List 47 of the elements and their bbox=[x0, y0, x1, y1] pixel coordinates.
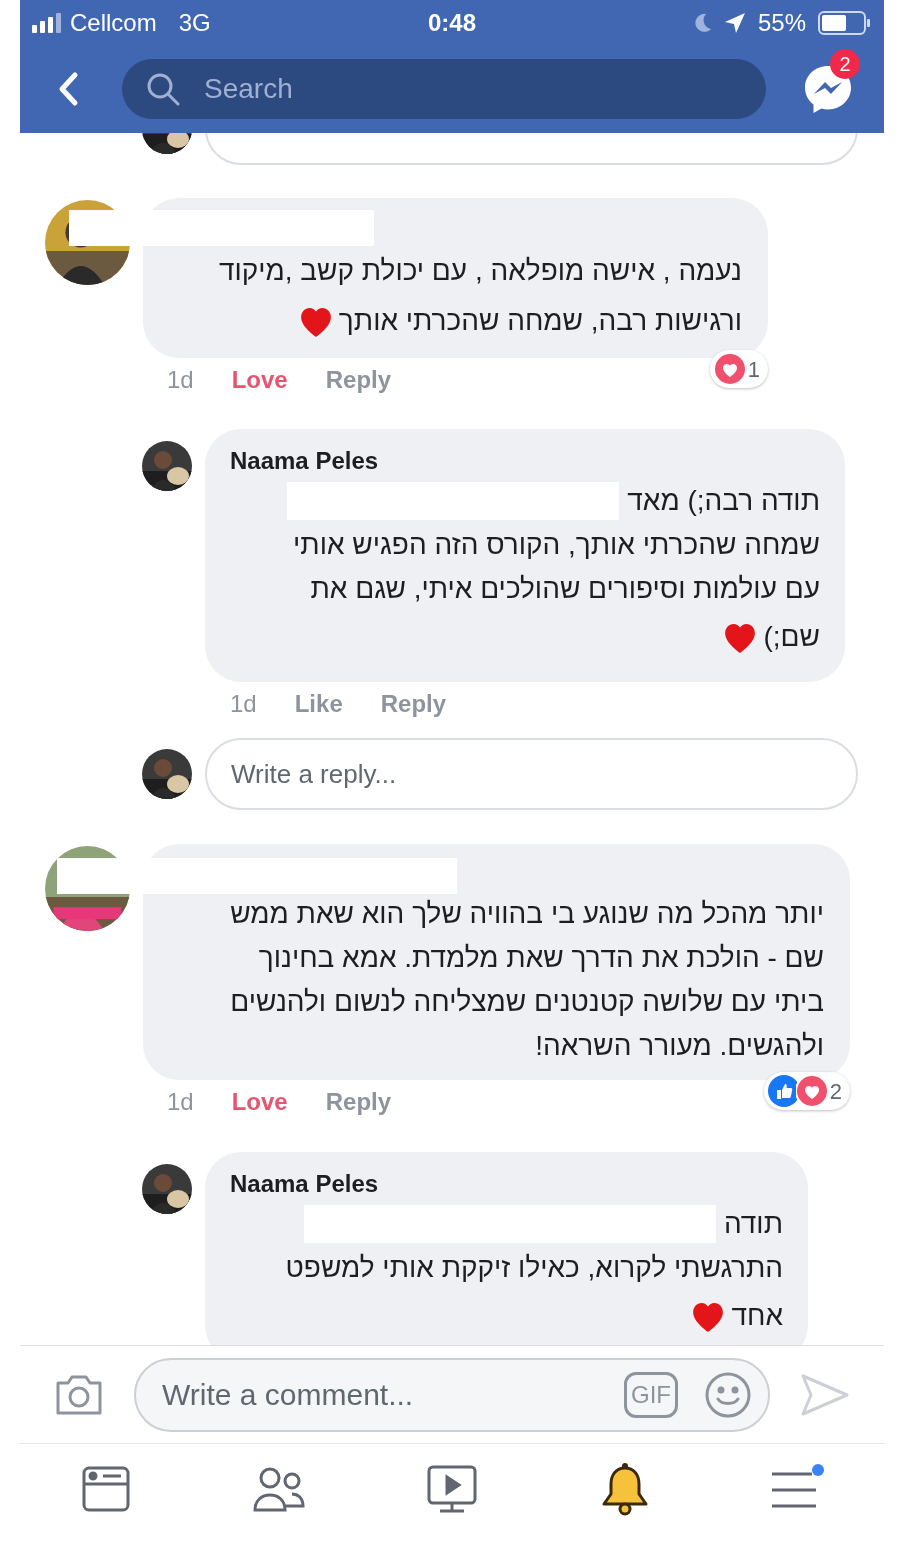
comment-time: 1d bbox=[230, 689, 257, 719]
comment-time: 1d bbox=[167, 1087, 194, 1117]
reaction-number: 1 bbox=[747, 355, 761, 384]
author-name[interactable]: Naama Peles bbox=[230, 1166, 379, 1202]
comment-text: יותר מהכל מה שנוגע בי בהוויה שלך הוא שאת ממש bbox=[230, 897, 824, 931]
comment-text: שם;) bbox=[763, 620, 820, 654]
reply-link[interactable]: Reply bbox=[380, 686, 447, 722]
reaction-count[interactable]: 1 bbox=[709, 350, 768, 388]
react-link[interactable]: Like bbox=[294, 686, 343, 722]
reply-link[interactable]: Reply bbox=[325, 362, 392, 398]
react-link[interactable]: Love bbox=[231, 362, 288, 398]
comment-text: תודה bbox=[723, 1207, 783, 1241]
heart-icon bbox=[795, 1075, 828, 1107]
network-type: 3G bbox=[178, 7, 211, 38]
comment-text: שמחה שהכרתי אותך, הקורס הזה הפגיש אותי bbox=[293, 528, 820, 562]
gif-button[interactable]: GIF bbox=[624, 1371, 678, 1418]
comment-text: התרגשתי לקרוא, כאילו זיקקת אותי למשפט bbox=[285, 1251, 783, 1285]
reply-link[interactable]: Reply bbox=[325, 1084, 392, 1120]
comment-text: עם עולמות וסיפורים שהולכים איתי, שגם את bbox=[310, 572, 820, 606]
signal-icon bbox=[32, 12, 64, 33]
battery-percent: 55% bbox=[757, 7, 806, 38]
reaction-count[interactable]: 2 bbox=[763, 1072, 850, 1110]
heart-icon bbox=[713, 353, 746, 385]
smiley-icon[interactable] bbox=[704, 1370, 752, 1419]
search-icon bbox=[146, 72, 180, 106]
notification-badge: 2 bbox=[830, 49, 860, 79]
clock: 0:48 bbox=[428, 7, 477, 38]
comment-text: תודה רבה;) מאד bbox=[627, 484, 820, 518]
comment-field[interactable]: Write a comment... GIF bbox=[134, 1357, 770, 1432]
comment-text: ולהגשים. מעורר השראה! bbox=[535, 1029, 824, 1063]
comment-time: 1d bbox=[167, 365, 194, 395]
react-link[interactable]: Love bbox=[231, 1084, 288, 1120]
comment-text: שם - הולכת את הדרך שאת מלמדת. אמא בחינוך bbox=[258, 941, 824, 975]
comment-text: אחד bbox=[731, 1299, 783, 1333]
comment-text: נעמה , אישה מופלאה , עם יכולת קשב ,מיקוד bbox=[218, 254, 742, 288]
reply-field[interactable]: Write a reply... bbox=[205, 738, 858, 810]
battery-icon bbox=[818, 10, 872, 35]
location-icon bbox=[723, 11, 746, 34]
carrier-name: Cellcom bbox=[70, 7, 157, 38]
thumbs-up-icon bbox=[767, 1075, 800, 1107]
comment-text: ורגישות רבה, שמחה שהכרתי אותך bbox=[338, 304, 742, 338]
comment-text: ביתי עם שלושה קטנטנים שמצליחה לנשום ולהנשים bbox=[230, 985, 824, 1019]
author-name[interactable]: Naama Peles bbox=[230, 443, 379, 479]
reaction-number: 2 bbox=[829, 1077, 843, 1106]
back-icon bbox=[57, 71, 79, 107]
search-field[interactable]: Search bbox=[122, 59, 766, 119]
video-icon bbox=[426, 1463, 478, 1514]
